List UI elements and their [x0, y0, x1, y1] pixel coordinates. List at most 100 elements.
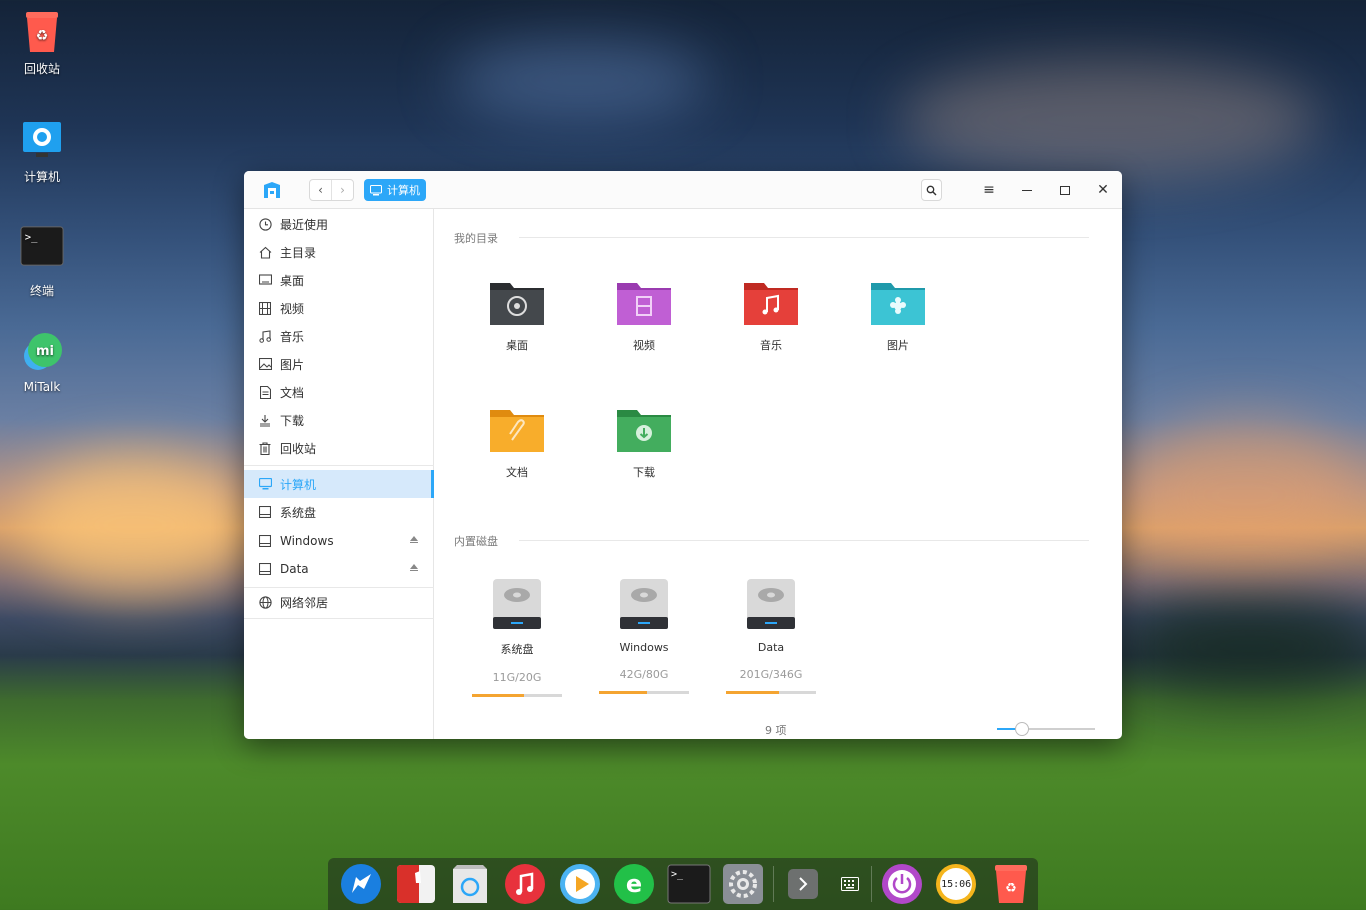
sidebar-item-music[interactable]: 音乐 — [244, 322, 434, 350]
sidebar-item-label: 系统盘 — [280, 505, 317, 520]
dock-expand[interactable] — [776, 858, 831, 910]
dock-clock[interactable]: 15:06 — [929, 858, 984, 910]
folder-pictures[interactable]: 图片 — [848, 279, 948, 353]
sidebar-item-home[interactable]: 主目录 — [244, 238, 434, 266]
maximize-button[interactable] — [1054, 179, 1076, 201]
picture-folder-icon — [871, 283, 925, 325]
sidebar-item-video[interactable]: 视频 — [244, 294, 434, 322]
breadcrumb-computer[interactable]: 计算机 — [364, 179, 426, 201]
mitalk-icon: mi — [20, 330, 64, 374]
main-content: 我的目录 桌面 视频 音乐 图片 文档 下载 内置磁盘 系统盘 11G/20G … — [435, 209, 1122, 739]
section-divider — [519, 237, 1089, 238]
sidebar-item-label: 最近使用 — [280, 217, 329, 232]
dock-launcher[interactable] — [334, 858, 389, 910]
menu-button[interactable]: ≡ — [978, 179, 1000, 201]
disk-windows[interactable]: Windows 42G/80G — [594, 577, 694, 694]
zoom-slider[interactable] — [997, 722, 1095, 736]
cloud-glow — [450, 40, 710, 120]
breadcrumb-label: 计算机 — [387, 184, 420, 197]
disk-data[interactable]: Data 201G/346G — [721, 577, 821, 694]
close-button[interactable]: ✕ — [1092, 179, 1114, 201]
disk-icon — [258, 505, 272, 519]
folder-video[interactable]: 视频 — [594, 279, 694, 353]
hill-shadow — [1120, 600, 1366, 690]
disk-size: 42G/80G — [619, 668, 669, 681]
sidebar-divider — [244, 465, 434, 466]
sidebar-item-documents[interactable]: 文档 — [244, 378, 434, 406]
computer-icon — [370, 184, 382, 195]
dock-power[interactable] — [874, 858, 929, 910]
sidebar: 最近使用 主目录 桌面 视频 音乐 图片 文档 下载 回收站 计算机 系统盘 W… — [244, 209, 434, 739]
dock-browser[interactable]: e — [607, 858, 662, 910]
zoom-slider-handle[interactable] — [1014, 722, 1029, 736]
sidebar-item-recent[interactable]: 最近使用 — [244, 210, 434, 238]
dock-trash[interactable]: ♻ — [983, 858, 1038, 910]
file-manager-app-icon — [262, 180, 282, 200]
desktop-trash[interactable]: ♻ 回收站 — [8, 10, 76, 77]
sidebar-item-trash[interactable]: 回收站 — [244, 434, 434, 462]
search-icon — [926, 185, 937, 195]
folder-documents[interactable]: 文档 — [467, 406, 567, 480]
network-icon — [258, 595, 272, 609]
desktop-mitalk[interactable]: mi MiTalk — [8, 330, 76, 394]
disk-system[interactable]: 系统盘 11G/20G — [467, 577, 567, 697]
sidebar-item-system-disk[interactable]: 系统盘 — [244, 498, 434, 526]
minimize-button[interactable] — [1016, 179, 1038, 201]
file-manager-window: ‹ › 计算机 ≡ ✕ 最近使用 主目录 桌面 视频 音乐 图片 文档 下载 回… — [244, 171, 1122, 739]
back-button[interactable]: ‹ — [310, 180, 332, 200]
desktop-terminal[interactable]: >_ 终端 — [8, 224, 76, 299]
forward-button[interactable]: › — [332, 180, 353, 200]
sidebar-item-label: 回收站 — [280, 441, 317, 456]
dock-music[interactable] — [498, 858, 553, 910]
disk-label: 系统盘 — [500, 643, 534, 656]
dock: e >_ 15:06 ♻ — [328, 858, 1038, 910]
sidebar-item-desktop[interactable]: 桌面 — [244, 266, 434, 294]
sidebar-item-windows[interactable]: Windows — [244, 527, 434, 555]
sidebar-item-label: 视频 — [280, 301, 305, 316]
dock-video-player[interactable] — [552, 858, 607, 910]
home-icon — [258, 245, 272, 259]
folder-downloads[interactable]: 下载 — [594, 406, 694, 480]
disk-label: Data — [757, 641, 785, 654]
desktop-icon — [258, 273, 272, 287]
sidebar-item-label: 桌面 — [280, 273, 305, 288]
folder-label: 音乐 — [760, 339, 782, 352]
sidebar-item-pictures[interactable]: 图片 — [244, 350, 434, 378]
chevron-left-icon: ‹ — [318, 183, 323, 197]
video-player-icon — [559, 864, 600, 904]
expand-icon — [788, 869, 819, 899]
dock-keyboard[interactable] — [830, 858, 869, 910]
maximize-icon — [1060, 185, 1070, 195]
trash-icon: ♻ — [20, 10, 64, 54]
chevron-right-icon: › — [340, 183, 345, 197]
folder-music[interactable]: 音乐 — [721, 279, 821, 353]
folder-desktop[interactable]: 桌面 — [467, 279, 567, 353]
dock-file-manager[interactable] — [443, 858, 498, 910]
sidebar-item-network[interactable]: 网络邻居 — [244, 588, 434, 616]
cloud-glow — [1130, 420, 1360, 570]
browser-icon: e — [614, 864, 655, 904]
search-button[interactable] — [921, 179, 942, 201]
eject-icon[interactable] — [410, 564, 418, 571]
disk-usage-bar — [599, 691, 689, 694]
terminal-icon: >_ — [20, 224, 64, 268]
sidebar-item-computer[interactable]: 计算机 — [244, 470, 434, 498]
download-icon — [258, 413, 272, 427]
disk-size: 11G/20G — [492, 671, 542, 684]
sidebar-item-downloads[interactable]: 下载 — [244, 406, 434, 434]
sidebar-item-label: 图片 — [280, 357, 305, 372]
dock-deepin-store[interactable] — [389, 858, 444, 910]
dock-terminal[interactable]: >_ — [662, 858, 717, 910]
disk-label: Windows — [619, 641, 669, 654]
document-folder-icon — [490, 410, 544, 452]
trash-icon: ♻ — [994, 865, 1027, 903]
hard-disk-icon — [747, 579, 795, 629]
desktop-folder-icon — [490, 283, 544, 325]
cloud-glow — [900, 60, 1320, 180]
eject-icon[interactable] — [410, 536, 418, 543]
disk-icon — [258, 562, 272, 576]
desktop-computer[interactable]: 计算机 — [8, 118, 76, 185]
dock-settings[interactable] — [716, 858, 771, 910]
sidebar-item-data[interactable]: Data — [244, 555, 434, 583]
svg-text:♻: ♻ — [36, 28, 49, 44]
